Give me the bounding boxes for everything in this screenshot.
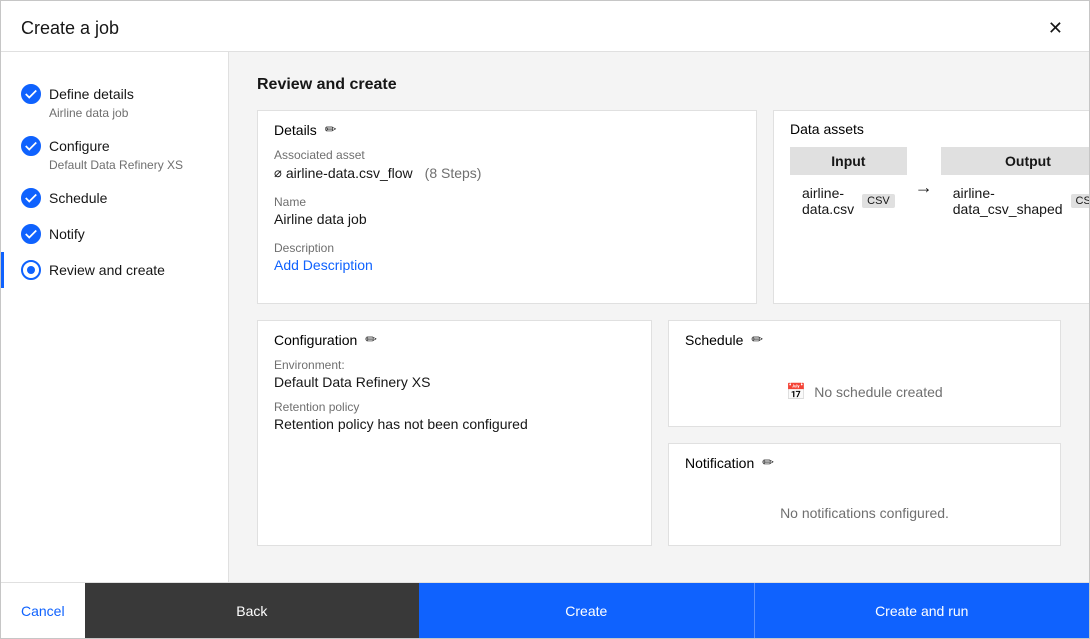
back-button[interactable]: Back [85,583,419,638]
schedule-label: Schedule [685,332,743,348]
schedule-card: Schedule ✏ 📅 No schedule created [668,320,1061,427]
sidebar-item-schedule[interactable]: Schedule [1,180,228,216]
environment-label: Environment: [274,358,635,372]
data-assets-label: Data assets [790,121,864,137]
configuration-edit-icon[interactable]: ✏ [365,331,377,348]
associated-asset-value: ⌀ airline-data.csv_flow (8 Steps) [274,165,481,181]
name-row: Name Airline data job [274,195,740,227]
close-button[interactable]: ✕ [1042,17,1069,39]
associated-asset-label: Associated asset [274,148,740,162]
sidebar-item-top-review: Review and create [21,260,208,280]
output-box: Output airline-data_csv_shaped CSV [941,147,1089,227]
name-label: Name [274,195,740,209]
modal-body: Define details Airline data job Configur… [1,52,1089,582]
output-header: Output [941,147,1089,175]
sidebar-item-review-create[interactable]: Review and create [1,252,228,288]
sidebar-item-top-configure: Configure [21,136,208,156]
bottom-cards-row: Configuration ✏ Environment: Default Dat… [257,320,1061,546]
environment-row: Environment: Default Data Refinery XS [274,358,635,390]
add-description-link[interactable]: Add Description [274,257,740,273]
details-card-header: Details ✏ [258,111,756,148]
output-filename: airline-data_csv_shaped [953,185,1063,217]
configuration-label: Configuration [274,332,357,348]
sidebar-item-notify[interactable]: Notify [1,216,228,252]
calendar-icon: 📅 [786,382,806,402]
cancel-button[interactable]: Cancel [1,583,85,638]
no-schedule-text: No schedule created [814,384,942,400]
sidebar: Define details Airline data job Configur… [1,52,229,582]
input-box: Input airline-data.csv CSV [790,147,907,227]
details-card-label: Details [274,122,317,138]
input-output-row: Input airline-data.csv CSV → Output [790,147,1089,227]
configuration-content: Environment: Default Data Refinery XS Re… [258,358,651,458]
input-header: Input [790,147,907,175]
flow-icon: ⌀ [274,165,282,181]
details-card: Details ✏ Associated asset ⌀ airline-dat… [257,110,757,304]
sidebar-item-top-schedule: Schedule [21,188,208,208]
steps-badge: (8 Steps) [425,165,482,181]
step-icon-define-details [21,84,41,104]
sidebar-sublabel-configure: Default Data Refinery XS [49,158,208,172]
sidebar-label-configure: Configure [49,138,110,154]
notification-body: No notifications configured. [669,481,1060,545]
create-button[interactable]: Create [419,583,753,638]
sidebar-item-top: Define details [21,84,208,104]
output-body: airline-data_csv_shaped CSV [941,175,1089,227]
modal-header: Create a job ✕ [1,1,1089,52]
data-assets-card: Data assets Input airline-data.csv CSV [773,110,1089,304]
create-and-run-button[interactable]: Create and run [754,583,1089,638]
environment-value: Default Data Refinery XS [274,374,635,390]
sidebar-item-define-details[interactable]: Define details Airline data job [1,76,228,128]
step-icon-schedule [21,188,41,208]
right-cards: Schedule ✏ 📅 No schedule created Notific… [668,320,1061,546]
sidebar-item-top-notify: Notify [21,224,208,244]
sidebar-label-notify: Notify [49,226,85,242]
sidebar-item-configure[interactable]: Configure Default Data Refinery XS [1,128,228,180]
no-notifications-text: No notifications configured. [780,505,949,521]
modal-footer: Cancel Back Create Create and run [1,582,1089,638]
schedule-body: 📅 No schedule created [669,358,1060,426]
flow-name: airline-data.csv_flow [286,165,413,181]
description-label: Description [274,241,740,255]
data-assets-card-header: Data assets [774,111,1089,147]
configuration-card-header: Configuration ✏ [258,321,651,358]
name-value: Airline data job [274,211,740,227]
notification-label: Notification [685,455,754,471]
input-filename: airline-data.csv [802,185,854,217]
create-job-modal: Create a job ✕ Define details Airline da… [0,0,1090,639]
schedule-card-header: Schedule ✏ [669,321,1060,358]
notification-card-header: Notification ✏ [669,444,1060,481]
main-content: Review and create Details ✏ Associated a… [229,52,1089,582]
step-icon-configure [21,136,41,156]
retention-row: Retention policy Retention policy has no… [274,400,635,432]
step-icon-review-create [21,260,41,280]
input-csv-badge: CSV [862,194,895,208]
notification-card: Notification ✏ No notifications configur… [668,443,1061,546]
details-content: Associated asset ⌀ airline-data.csv_flow… [258,148,756,303]
section-title: Review and create [257,76,1061,94]
retention-label: Retention policy [274,400,635,414]
sidebar-label-schedule: Schedule [49,190,107,206]
arrow-connector: → [907,177,941,198]
configuration-card: Configuration ✏ Environment: Default Dat… [257,320,652,546]
modal-title: Create a job [21,18,119,39]
output-csv-badge: CSV [1071,194,1089,208]
details-edit-icon[interactable]: ✏ [325,121,337,138]
data-assets-content: Input airline-data.csv CSV → Output [774,147,1089,243]
sidebar-label-review-create: Review and create [49,262,165,278]
sidebar-sublabel-define-details: Airline data job [49,106,208,120]
description-row: Description Add Description [274,241,740,273]
input-body: airline-data.csv CSV [790,175,907,227]
schedule-edit-icon[interactable]: ✏ [751,331,763,348]
notification-edit-icon[interactable]: ✏ [762,454,774,471]
step-icon-notify [21,224,41,244]
sidebar-label-define-details: Define details [49,86,134,102]
top-cards-row: Details ✏ Associated asset ⌀ airline-dat… [257,110,1061,304]
retention-value: Retention policy has not been configured [274,416,635,432]
associated-asset-row: Associated asset ⌀ airline-data.csv_flow… [274,148,740,181]
